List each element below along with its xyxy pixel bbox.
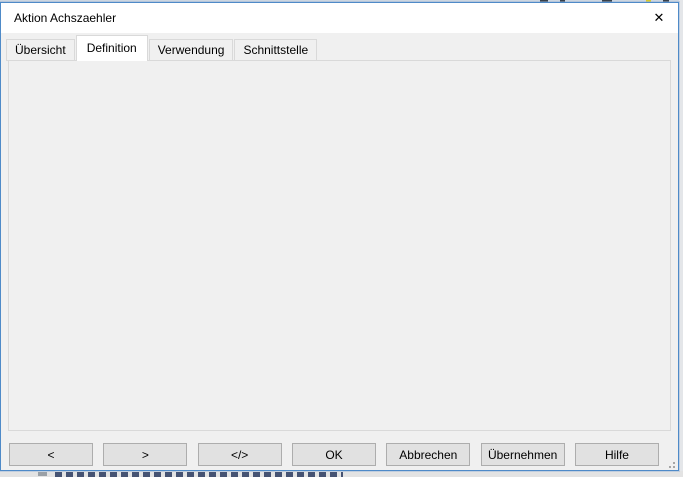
close-icon: ✕ bbox=[654, 10, 665, 26]
dialog-aktion-achszaehler: Aktion Achszaehler ✕ Übersicht Definitio… bbox=[0, 2, 679, 471]
tab-strip: Übersicht Definition Verwendung Schnitts… bbox=[6, 35, 318, 61]
background-text-fragment bbox=[55, 472, 343, 477]
tab-label: Übersicht bbox=[15, 43, 66, 57]
window-title: Aktion Achszaehler bbox=[14, 3, 116, 33]
prev-button[interactable]: < bbox=[9, 443, 93, 466]
xml-code-button[interactable]: </> bbox=[198, 443, 282, 466]
tab-label: Verwendung bbox=[158, 43, 225, 57]
footer-button-row: < > </> OK Abbrechen Übernehmen Hilfe bbox=[9, 443, 659, 466]
tab-page-definition bbox=[8, 60, 671, 431]
resize-grip[interactable] bbox=[665, 458, 675, 468]
tab-schnittstelle[interactable]: Schnittstelle bbox=[234, 39, 317, 61]
tab-uebersicht[interactable]: Übersicht bbox=[6, 39, 75, 61]
next-button[interactable]: > bbox=[103, 443, 187, 466]
tab-label: Schnittstelle bbox=[243, 43, 308, 57]
hilfe-button[interactable]: Hilfe bbox=[575, 443, 659, 466]
uebernehmen-button[interactable]: Übernehmen bbox=[481, 443, 565, 466]
tab-verwendung[interactable]: Verwendung bbox=[149, 39, 234, 61]
background-fragment bbox=[38, 472, 47, 476]
ok-button[interactable]: OK bbox=[292, 443, 376, 466]
background-app-right-strip bbox=[679, 0, 683, 477]
abbrechen-button[interactable]: Abbrechen bbox=[386, 443, 470, 466]
close-button[interactable]: ✕ bbox=[646, 6, 672, 30]
tab-label: Definition bbox=[87, 41, 137, 55]
background-app-bottom-strip bbox=[0, 471, 683, 477]
titlebar[interactable]: Aktion Achszaehler ✕ bbox=[1, 3, 678, 33]
tab-definition[interactable]: Definition bbox=[76, 35, 148, 61]
